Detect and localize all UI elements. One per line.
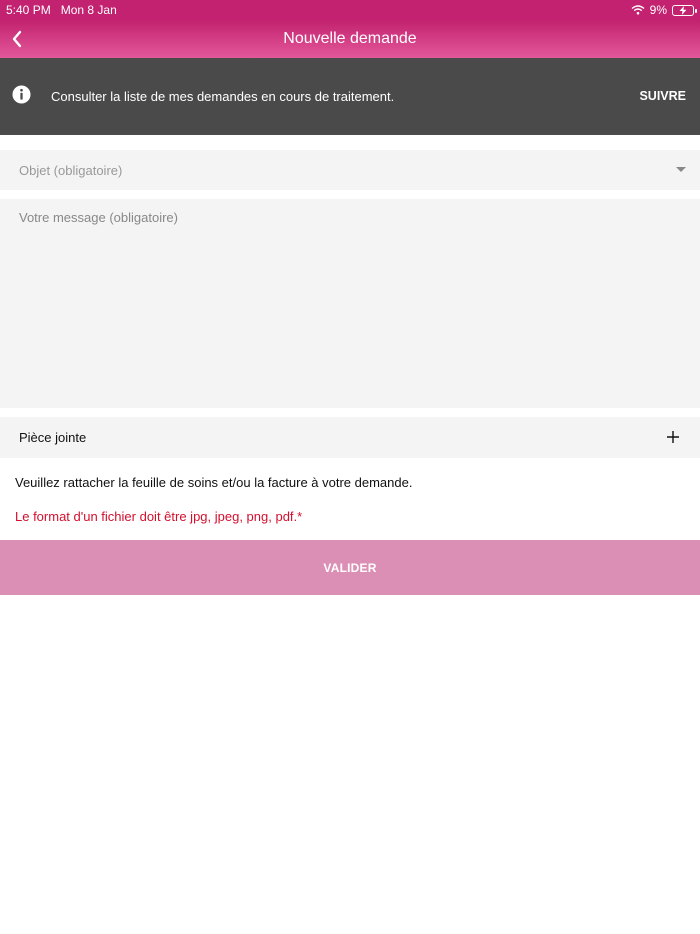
attachment-instructions: Veuillez rattacher la feuille de soins e… <box>15 475 413 490</box>
subject-placeholder: Objet (obligatoire) <box>19 162 123 178</box>
chevron-down-icon <box>676 167 686 172</box>
track-requests-button[interactable]: SUIVRE <box>639 89 686 103</box>
status-date: Mon 8 Jan <box>60 3 117 17</box>
page-title: Nouvelle demande <box>283 30 417 47</box>
attachment-row[interactable]: Pièce jointe <box>0 417 700 458</box>
back-button[interactable] <box>4 26 30 52</box>
battery-icon <box>672 4 697 16</box>
info-icon <box>12 85 31 104</box>
submit-button[interactable]: VALIDER <box>0 540 700 595</box>
attachment-label: Pièce jointe <box>19 430 87 445</box>
subject-select[interactable]: Objet (obligatoire) <box>0 150 700 190</box>
status-bar: 5:40 PM Mon 8 Jan 9% <box>0 0 700 20</box>
plus-icon[interactable] <box>666 430 680 444</box>
battery-percent: 9% <box>649 3 667 17</box>
status-right-group: 9% <box>631 3 697 17</box>
wifi-icon <box>631 5 645 15</box>
info-banner: Consulter la liste de mes demandes en co… <box>0 58 700 135</box>
nav-bar: Nouvelle demande <box>0 20 700 58</box>
info-banner-text: Consulter la liste de mes demandes en co… <box>51 89 395 104</box>
format-warning: Le format d'un fichier doit être jpg, jp… <box>15 509 303 524</box>
status-time: 5:40 PM <box>6 3 51 17</box>
charging-bolt-icon <box>679 5 687 15</box>
chevron-left-icon <box>12 30 22 48</box>
message-textarea[interactable] <box>0 199 700 408</box>
